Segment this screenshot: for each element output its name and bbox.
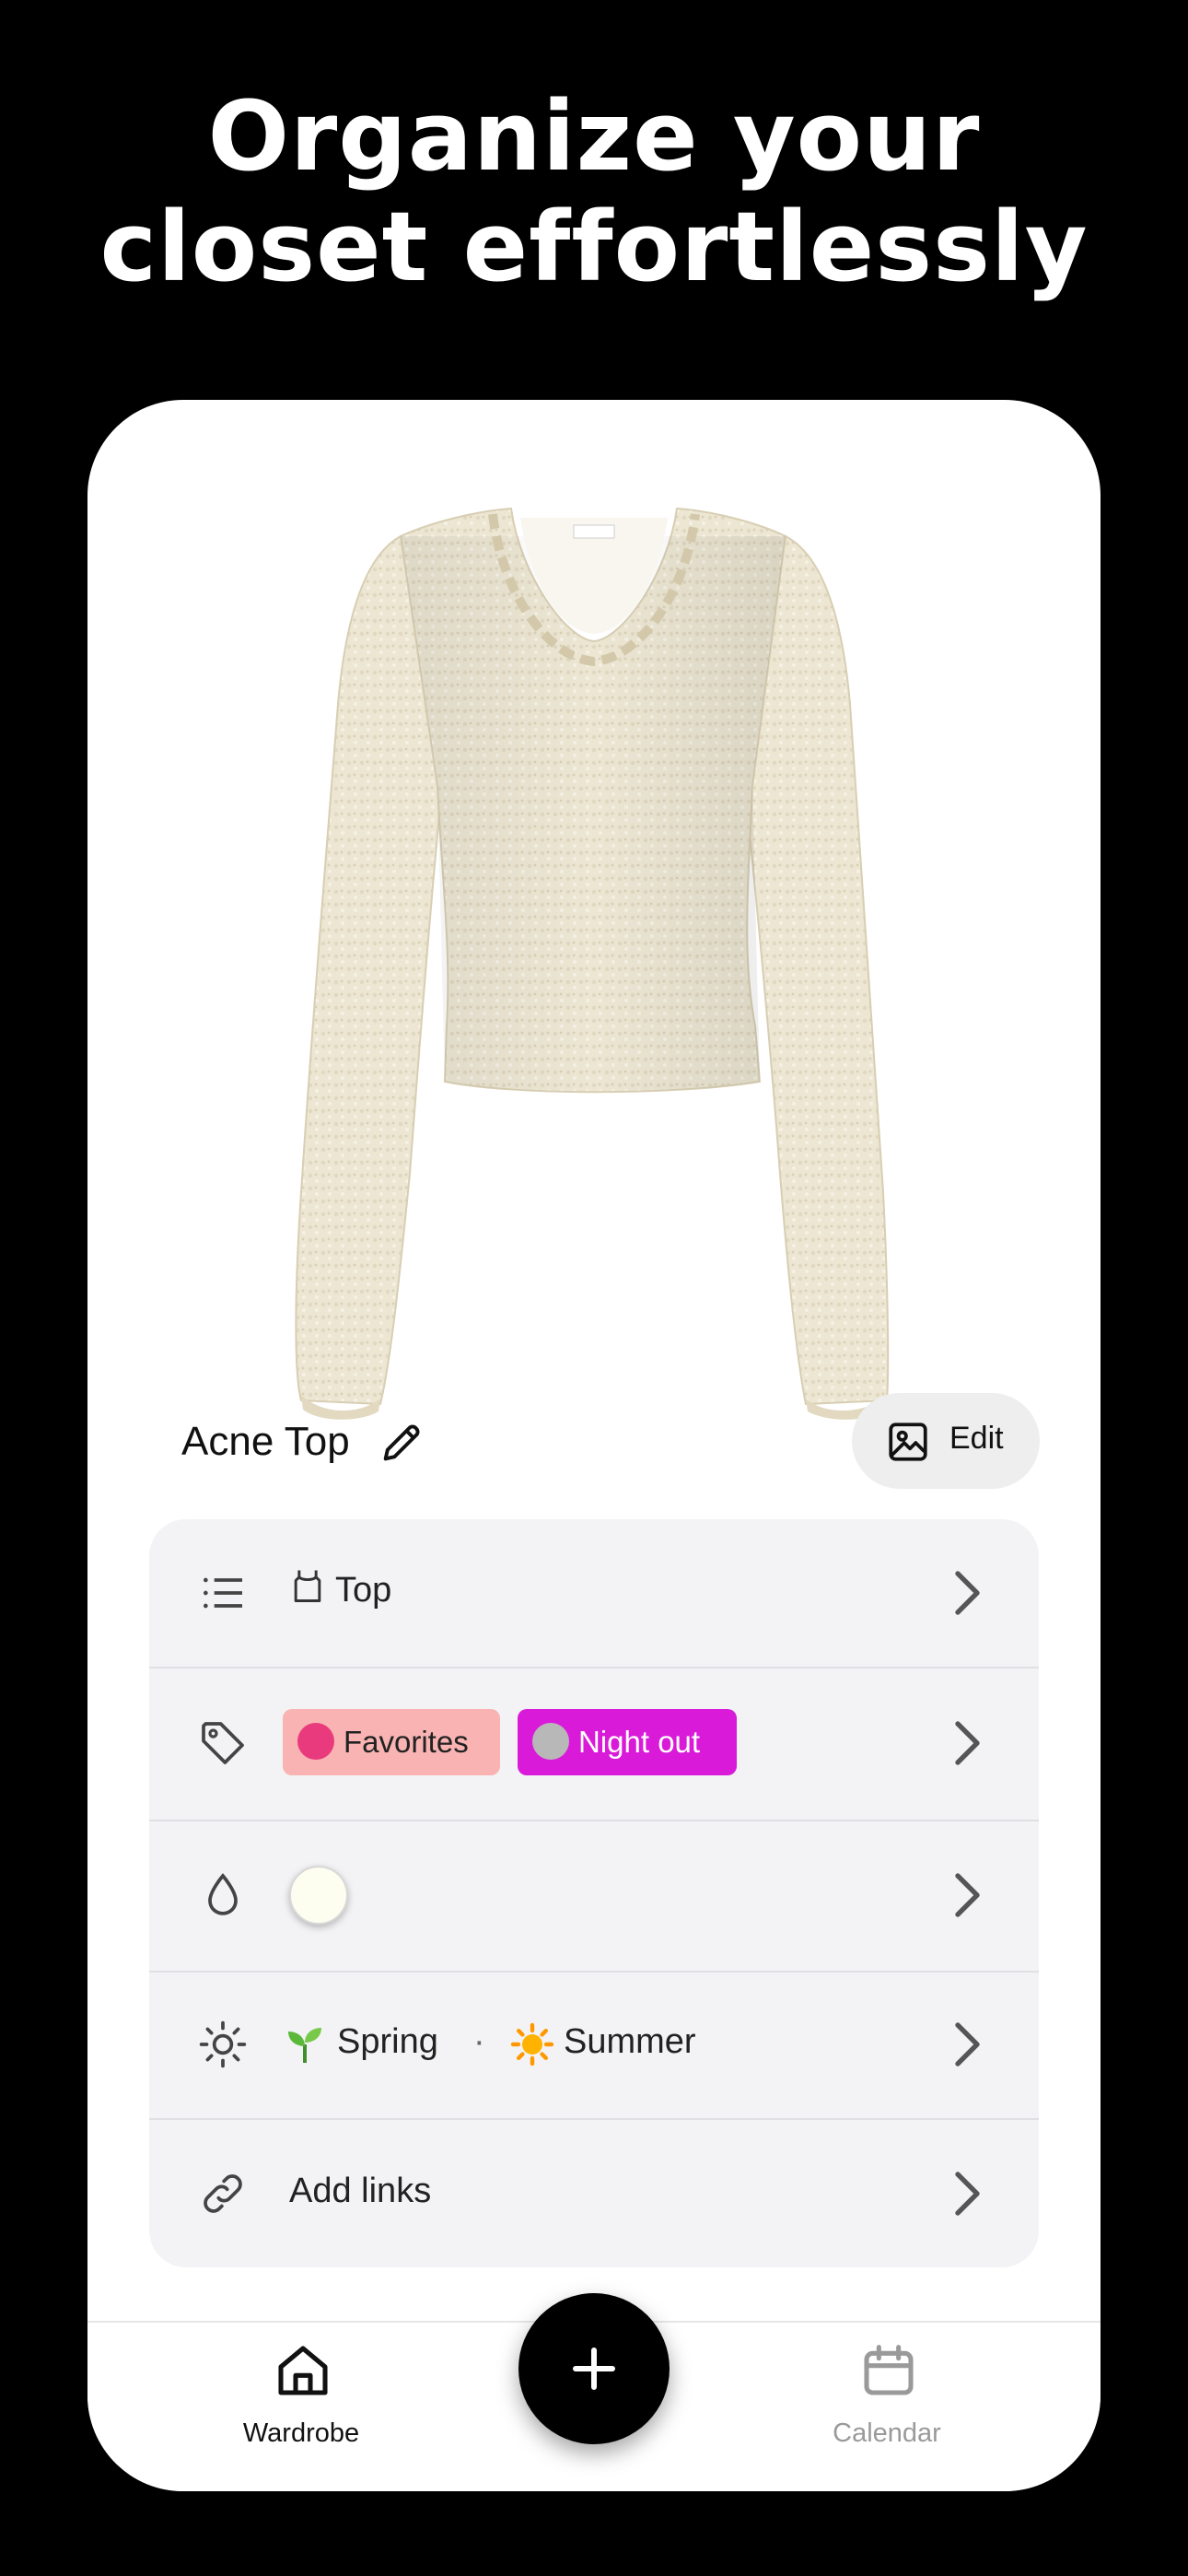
- add-item-button[interactable]: [518, 2293, 670, 2444]
- title-row: Acne Top Edit: [87, 1393, 1101, 1493]
- tab-label-calendar: Calendar: [833, 2418, 941, 2448]
- tab-calendar[interactable]: Calendar: [767, 2323, 1007, 2491]
- image-icon: [889, 1423, 927, 1461]
- links-row[interactable]: Add links: [149, 2118, 1039, 2267]
- season-separator: ·: [473, 2022, 485, 2061]
- top-icon: [294, 1570, 321, 1602]
- season-label-spring: Spring: [337, 2022, 438, 2061]
- sun-emoji: [510, 2022, 554, 2067]
- tag-icon: [202, 1722, 244, 1764]
- tab-label-wardrobe: Wardrobe: [242, 2418, 360, 2448]
- seedling-emoji: [288, 2028, 321, 2063]
- home-icon: [278, 2346, 328, 2395]
- disco-ball-emoji: [532, 1723, 569, 1761]
- details-panel: Top Favorites Night out Spring · Summer …: [149, 1519, 1039, 2267]
- edit-image-button[interactable]: Edit: [852, 1393, 1040, 1489]
- tag-chip-night-out[interactable]: Night out: [518, 1709, 737, 1775]
- chevron-right-icon: [955, 2172, 980, 2216]
- pencil-icon[interactable]: [378, 1419, 425, 1467]
- item-detail-card: Acne Top Edit Top Favorites Night out Sp…: [87, 400, 1101, 2491]
- calendar-icon: [864, 2345, 914, 2395]
- tab-wardrobe[interactable]: Wardrobe: [181, 2323, 421, 2491]
- color-row[interactable]: [149, 1820, 1039, 1973]
- chevron-right-icon: [955, 1873, 980, 1917]
- link-icon: [204, 2174, 242, 2213]
- chevron-right-icon: [955, 2022, 980, 2067]
- headline-line-1: Organize your: [207, 80, 981, 193]
- tag-chip-label: Night out: [578, 1725, 701, 1759]
- heart-emoji: [297, 1723, 334, 1761]
- item-title[interactable]: Acne Top: [181, 1419, 350, 1465]
- droplet-icon: [208, 1873, 238, 1915]
- headline: Organize your closet effortlessly: [0, 81, 1188, 302]
- plus-icon: [573, 2348, 615, 2390]
- category-label: Top: [335, 1571, 392, 1610]
- headline-line-2: closet effortlessly: [99, 191, 1089, 303]
- tag-chip-label: Favorites: [344, 1725, 469, 1759]
- list-icon: [204, 1577, 242, 1609]
- category-row[interactable]: Top: [149, 1519, 1039, 1669]
- tags-row[interactable]: Favorites Night out: [149, 1667, 1039, 1821]
- tag-chip-favorites[interactable]: Favorites: [283, 1709, 500, 1775]
- edit-button-label: Edit: [949, 1421, 1004, 1456]
- color-swatch[interactable]: [289, 1866, 348, 1925]
- seasons-row[interactable]: Spring · Summer: [149, 1971, 1039, 2120]
- chevron-right-icon: [955, 1571, 980, 1615]
- sun-icon: [199, 2020, 247, 2068]
- add-links-label: Add links: [289, 2172, 432, 2210]
- season-label-summer: Summer: [564, 2022, 696, 2061]
- chevron-right-icon: [955, 1721, 980, 1765]
